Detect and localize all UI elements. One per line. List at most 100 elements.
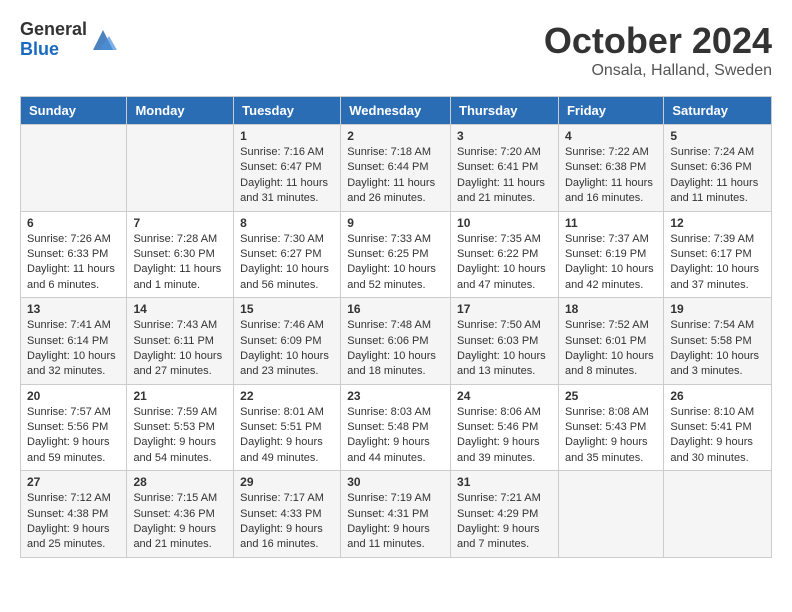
day-cell: 24 Sunrise: 8:06 AMSunset: 5:46 PMDaylig… <box>451 384 559 471</box>
day-info: Sunrise: 7:18 AMSunset: 6:44 PMDaylight:… <box>347 145 444 207</box>
week-row-5: 27 Sunrise: 7:12 AMSunset: 4:38 PMDaylig… <box>21 471 772 558</box>
day-cell: 13 Sunrise: 7:41 AMSunset: 6:14 PMDaylig… <box>21 298 127 385</box>
day-number: 16 <box>347 302 444 316</box>
day-cell: 8 Sunrise: 7:30 AMSunset: 6:27 PMDayligh… <box>234 211 341 298</box>
col-header-friday: Friday <box>558 97 663 125</box>
day-number: 6 <box>27 216 120 230</box>
month-title: October 2024 <box>544 20 772 62</box>
day-cell: 12 Sunrise: 7:39 AMSunset: 6:17 PMDaylig… <box>664 211 772 298</box>
day-info: Sunrise: 7:20 AMSunset: 6:41 PMDaylight:… <box>457 145 552 207</box>
day-cell: 3 Sunrise: 7:20 AMSunset: 6:41 PMDayligh… <box>451 125 559 212</box>
col-header-sunday: Sunday <box>21 97 127 125</box>
day-cell: 1 Sunrise: 7:16 AMSunset: 6:47 PMDayligh… <box>234 125 341 212</box>
day-cell: 28 Sunrise: 7:15 AMSunset: 4:36 PMDaylig… <box>127 471 234 558</box>
day-info: Sunrise: 7:43 AMSunset: 6:11 PMDaylight:… <box>133 318 227 380</box>
day-number: 26 <box>670 389 765 403</box>
day-info: Sunrise: 7:54 AMSunset: 5:58 PMDaylight:… <box>670 318 765 380</box>
day-number: 30 <box>347 475 444 489</box>
day-cell <box>558 471 663 558</box>
day-number: 22 <box>240 389 334 403</box>
day-info: Sunrise: 7:37 AMSunset: 6:19 PMDaylight:… <box>565 232 657 294</box>
day-info: Sunrise: 7:16 AMSunset: 6:47 PMDaylight:… <box>240 145 334 207</box>
day-cell <box>664 471 772 558</box>
day-number: 15 <box>240 302 334 316</box>
day-cell: 26 Sunrise: 8:10 AMSunset: 5:41 PMDaylig… <box>664 384 772 471</box>
day-number: 11 <box>565 216 657 230</box>
day-info: Sunrise: 7:28 AMSunset: 6:30 PMDaylight:… <box>133 232 227 294</box>
day-number: 14 <box>133 302 227 316</box>
day-info: Sunrise: 8:06 AMSunset: 5:46 PMDaylight:… <box>457 405 552 467</box>
day-info: Sunrise: 7:22 AMSunset: 6:38 PMDaylight:… <box>565 145 657 207</box>
day-cell: 30 Sunrise: 7:19 AMSunset: 4:31 PMDaylig… <box>341 471 451 558</box>
day-info: Sunrise: 7:46 AMSunset: 6:09 PMDaylight:… <box>240 318 334 380</box>
day-number: 5 <box>670 129 765 143</box>
day-number: 4 <box>565 129 657 143</box>
day-number: 19 <box>670 302 765 316</box>
day-number: 20 <box>27 389 120 403</box>
title-block: October 2024 Onsala, Halland, Sweden <box>544 20 772 80</box>
location: Onsala, Halland, Sweden <box>544 62 772 80</box>
day-number: 7 <box>133 216 227 230</box>
week-row-2: 6 Sunrise: 7:26 AMSunset: 6:33 PMDayligh… <box>21 211 772 298</box>
logo-blue: Blue <box>20 40 87 60</box>
day-cell: 14 Sunrise: 7:43 AMSunset: 6:11 PMDaylig… <box>127 298 234 385</box>
day-info: Sunrise: 7:33 AMSunset: 6:25 PMDaylight:… <box>347 232 444 294</box>
day-number: 3 <box>457 129 552 143</box>
day-info: Sunrise: 7:52 AMSunset: 6:01 PMDaylight:… <box>565 318 657 380</box>
day-cell: 6 Sunrise: 7:26 AMSunset: 6:33 PMDayligh… <box>21 211 127 298</box>
day-number: 23 <box>347 389 444 403</box>
page-header: General Blue October 2024 Onsala, Hallan… <box>20 20 772 80</box>
logo-icon <box>89 26 117 54</box>
logo-general: General <box>20 20 87 40</box>
day-cell: 9 Sunrise: 7:33 AMSunset: 6:25 PMDayligh… <box>341 211 451 298</box>
day-info: Sunrise: 7:48 AMSunset: 6:06 PMDaylight:… <box>347 318 444 380</box>
week-row-4: 20 Sunrise: 7:57 AMSunset: 5:56 PMDaylig… <box>21 384 772 471</box>
day-info: Sunrise: 7:26 AMSunset: 6:33 PMDaylight:… <box>27 232 120 294</box>
day-number: 24 <box>457 389 552 403</box>
day-info: Sunrise: 7:57 AMSunset: 5:56 PMDaylight:… <box>27 405 120 467</box>
day-info: Sunrise: 7:41 AMSunset: 6:14 PMDaylight:… <box>27 318 120 380</box>
day-info: Sunrise: 8:03 AMSunset: 5:48 PMDaylight:… <box>347 405 444 467</box>
col-header-tuesday: Tuesday <box>234 97 341 125</box>
day-number: 31 <box>457 475 552 489</box>
day-info: Sunrise: 7:50 AMSunset: 6:03 PMDaylight:… <box>457 318 552 380</box>
week-row-1: 1 Sunrise: 7:16 AMSunset: 6:47 PMDayligh… <box>21 125 772 212</box>
day-number: 10 <box>457 216 552 230</box>
day-number: 13 <box>27 302 120 316</box>
col-header-wednesday: Wednesday <box>341 97 451 125</box>
day-number: 8 <box>240 216 334 230</box>
header-row: SundayMondayTuesdayWednesdayThursdayFrid… <box>21 97 772 125</box>
day-number: 21 <box>133 389 227 403</box>
day-info: Sunrise: 7:35 AMSunset: 6:22 PMDaylight:… <box>457 232 552 294</box>
calendar-table: SundayMondayTuesdayWednesdayThursdayFrid… <box>20 96 772 558</box>
day-cell: 4 Sunrise: 7:22 AMSunset: 6:38 PMDayligh… <box>558 125 663 212</box>
day-number: 12 <box>670 216 765 230</box>
day-cell: 5 Sunrise: 7:24 AMSunset: 6:36 PMDayligh… <box>664 125 772 212</box>
day-cell: 29 Sunrise: 7:17 AMSunset: 4:33 PMDaylig… <box>234 471 341 558</box>
day-cell <box>21 125 127 212</box>
day-cell: 27 Sunrise: 7:12 AMSunset: 4:38 PMDaylig… <box>21 471 127 558</box>
day-cell: 2 Sunrise: 7:18 AMSunset: 6:44 PMDayligh… <box>341 125 451 212</box>
day-number: 9 <box>347 216 444 230</box>
day-cell <box>127 125 234 212</box>
day-number: 1 <box>240 129 334 143</box>
day-cell: 21 Sunrise: 7:59 AMSunset: 5:53 PMDaylig… <box>127 384 234 471</box>
logo: General Blue <box>20 20 117 60</box>
week-row-3: 13 Sunrise: 7:41 AMSunset: 6:14 PMDaylig… <box>21 298 772 385</box>
day-number: 27 <box>27 475 120 489</box>
day-info: Sunrise: 7:15 AMSunset: 4:36 PMDaylight:… <box>133 491 227 553</box>
day-cell: 15 Sunrise: 7:46 AMSunset: 6:09 PMDaylig… <box>234 298 341 385</box>
day-number: 28 <box>133 475 227 489</box>
day-cell: 7 Sunrise: 7:28 AMSunset: 6:30 PMDayligh… <box>127 211 234 298</box>
day-info: Sunrise: 7:39 AMSunset: 6:17 PMDaylight:… <box>670 232 765 294</box>
day-info: Sunrise: 7:12 AMSunset: 4:38 PMDaylight:… <box>27 491 120 553</box>
day-number: 29 <box>240 475 334 489</box>
day-info: Sunrise: 7:21 AMSunset: 4:29 PMDaylight:… <box>457 491 552 553</box>
day-info: Sunrise: 8:08 AMSunset: 5:43 PMDaylight:… <box>565 405 657 467</box>
day-info: Sunrise: 8:10 AMSunset: 5:41 PMDaylight:… <box>670 405 765 467</box>
day-cell: 17 Sunrise: 7:50 AMSunset: 6:03 PMDaylig… <box>451 298 559 385</box>
day-number: 2 <box>347 129 444 143</box>
day-info: Sunrise: 7:59 AMSunset: 5:53 PMDaylight:… <box>133 405 227 467</box>
day-cell: 19 Sunrise: 7:54 AMSunset: 5:58 PMDaylig… <box>664 298 772 385</box>
day-cell: 23 Sunrise: 8:03 AMSunset: 5:48 PMDaylig… <box>341 384 451 471</box>
